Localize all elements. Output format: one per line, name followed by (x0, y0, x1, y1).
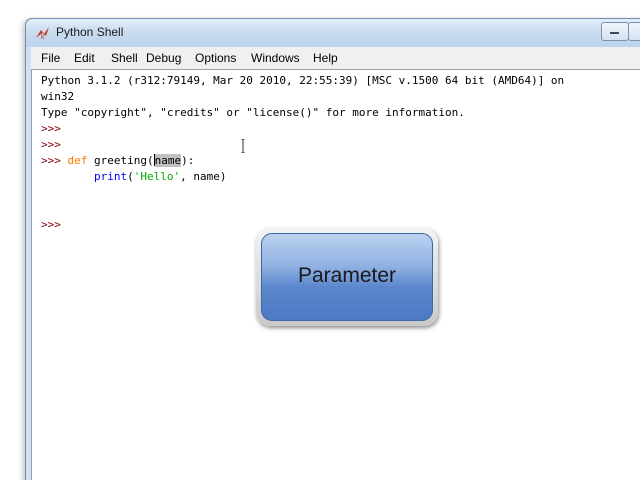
tk-feather-icon: k (36, 27, 49, 40)
minimize-icon (610, 32, 619, 34)
selected-parameter[interactable]: name (154, 154, 182, 167)
parameter-callout: Parameter (256, 228, 438, 326)
print-builtin: print (94, 170, 128, 183)
callout-body: Parameter (261, 233, 433, 321)
banner-line-2: win32 (41, 90, 75, 103)
maximize-button[interactable] (628, 22, 640, 41)
menu-shell[interactable]: Shell (111, 51, 138, 65)
prompt: >>> (41, 154, 61, 167)
close-paren: ): (181, 154, 195, 167)
title-bar[interactable]: k Python Shell (26, 19, 640, 47)
menu-bar: File Edit Shell Debug Options Windows He… (31, 47, 640, 69)
prompt-line: >>> (41, 137, 61, 153)
menu-options[interactable]: Options (195, 51, 236, 65)
def-keyword: def (67, 154, 88, 167)
prompt: >>> (41, 138, 61, 151)
body-open-paren: ( (127, 170, 134, 183)
body-args: , name) (180, 170, 227, 183)
open-paren: ( (146, 154, 154, 167)
callout-label: Parameter (297, 264, 397, 287)
svg-text:k: k (41, 34, 45, 40)
prompt: >>> (41, 218, 61, 231)
menu-edit[interactable]: Edit (74, 51, 95, 65)
body-line: print('Hello', name) (41, 169, 226, 185)
menu-debug[interactable]: Debug (146, 51, 181, 65)
string-literal: 'Hello' (133, 170, 181, 183)
window-title: Python Shell (56, 25, 124, 39)
function-name: greeting (94, 154, 147, 167)
prompt-line: >>> (41, 217, 61, 233)
minimize-button[interactable] (601, 22, 629, 41)
prompt-line: >>> (41, 121, 61, 137)
screen: k Python Shell File Edit Shell Debug Opt… (0, 0, 640, 480)
ibeam-cursor-icon (241, 139, 245, 153)
banner-line-3: Type "copyright", "credits" or "license(… (41, 106, 465, 119)
menu-file[interactable]: File (41, 51, 60, 65)
def-line: >>> def greeting(name): (41, 153, 194, 169)
prompt: >>> (41, 122, 61, 135)
menu-windows[interactable]: Windows (251, 51, 300, 65)
banner-line-1: Python 3.1.2 (r312:79149, Mar 20 2010, 2… (41, 74, 565, 87)
menu-help[interactable]: Help (313, 51, 338, 65)
